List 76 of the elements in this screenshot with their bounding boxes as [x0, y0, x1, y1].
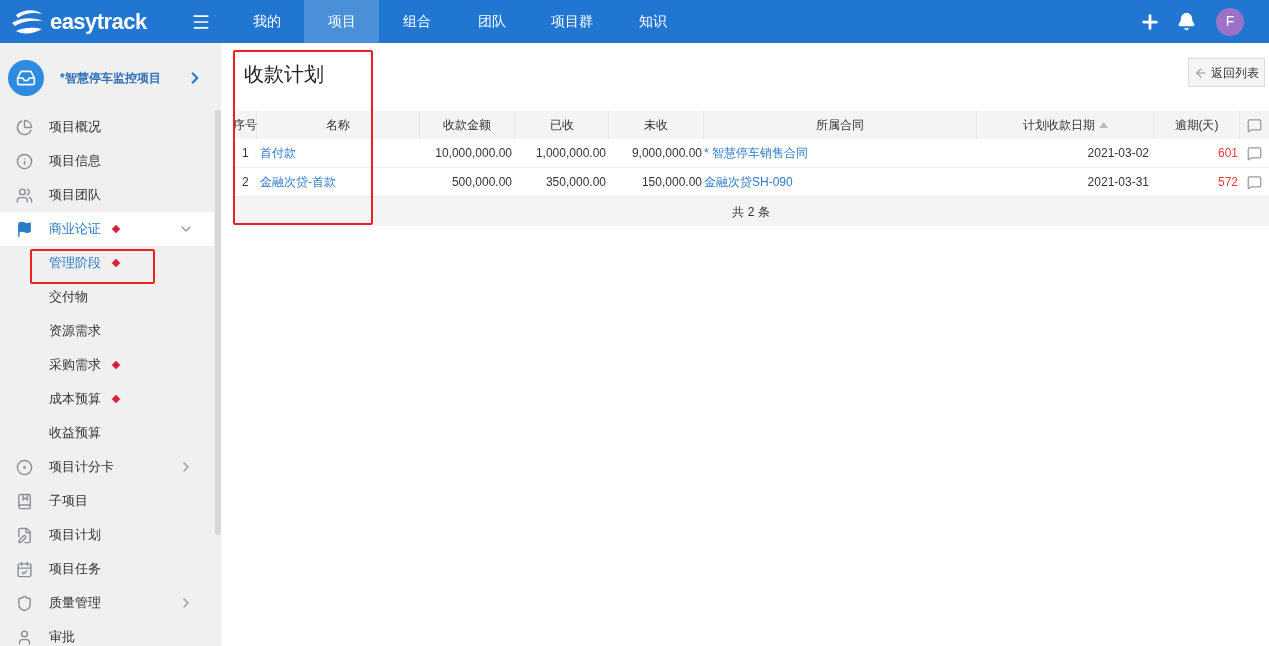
sidebar-label: 质量管理 [49, 594, 101, 613]
name-link[interactable]: 金融次贷-首款 [257, 173, 420, 191]
comment-icon[interactable] [1247, 145, 1262, 161]
table-cell-text: 9,000,000.00 [630, 145, 703, 162]
column-header: 逾期(天) [1154, 111, 1240, 139]
avatar[interactable]: F [1216, 7, 1244, 36]
sidebar-item[interactable]: 项目任务 [0, 552, 214, 586]
nav-tab[interactable]: 我的 [229, 0, 304, 43]
sidebar-subitem[interactable]: 收益预算 [0, 416, 214, 450]
table-cell-text: 601 [1216, 145, 1239, 162]
sidebar-item[interactable]: 质量管理 [0, 586, 214, 620]
sidebar-subitem[interactable]: 交付物 [0, 280, 214, 314]
logo-text: easytrack [50, 8, 147, 36]
sidebar-subitem[interactable]: 管理阶段 [0, 246, 214, 280]
sidebar-label: 子项目 [49, 492, 88, 511]
sidebar-item[interactable]: 项目计分卡 [0, 450, 214, 484]
people-icon [16, 186, 33, 204]
back-button[interactable]: 返回列表 [1188, 58, 1265, 87]
sidebar-item[interactable]: 子项目 [0, 484, 214, 518]
table-cell-text: 500,000.00 [450, 174, 513, 191]
sidebar-subitem[interactable]: 资源需求 [0, 314, 214, 348]
comment-icon[interactable] [1247, 174, 1262, 190]
table-cell-text: 150,000.00 [640, 174, 703, 191]
column-header: 已收 [515, 111, 609, 139]
target-icon [16, 458, 33, 476]
nav-tab[interactable]: 项目群 [529, 0, 615, 43]
column-header: 所属合同 [704, 111, 977, 139]
sidebar-label: 项目计分卡 [49, 458, 114, 477]
table-cell-text: 2021-03-31 [1086, 174, 1150, 191]
column-header: 计划收款日期 [977, 111, 1154, 139]
scrollbar-thumb[interactable] [215, 110, 221, 535]
contract-link[interactable]: 金融次贷SH-090 [704, 173, 977, 191]
comment-icon[interactable] [1247, 117, 1262, 133]
page-title: 收款计划 [244, 62, 324, 87]
sidebar-subitem[interactable]: 采购需求 [0, 348, 214, 382]
flag-icon [16, 220, 33, 238]
table-cell-text: 1 [241, 145, 250, 162]
contract-link[interactable]: * 智慧停车销售合同 [704, 144, 977, 162]
nav-tab[interactable]: 组合 [379, 0, 454, 43]
table-cell-text: 572 [1216, 174, 1239, 191]
sidebar-item[interactable]: 商业论证 [0, 212, 214, 246]
sidebar-item[interactable]: 项目计划 [0, 518, 214, 552]
sidebar-label: 项目任务 [49, 560, 101, 579]
sidebar-item[interactable]: 项目概况 [0, 110, 214, 144]
nav-tab[interactable]: 知识 [615, 0, 690, 43]
column-header: 名称 [257, 111, 420, 139]
person-icon [16, 628, 33, 646]
column-header: 未收 [609, 111, 704, 139]
sidebar-item[interactable]: 审批 [0, 620, 214, 646]
table-cell-text: 1,000,000.00 [534, 145, 607, 162]
sidebar-label: 项目信息 [49, 152, 101, 171]
project-name[interactable]: *智慧停车监控项目 [60, 68, 186, 87]
sidebar-label: 项目团队 [49, 186, 101, 205]
calendar-check-icon [16, 560, 33, 578]
table-cell-text: 350,000.00 [544, 174, 607, 191]
info-icon [16, 152, 33, 170]
sidebar-label: 项目计划 [49, 526, 101, 545]
nav-tab[interactable]: 团队 [454, 0, 529, 43]
sidebar-item[interactable]: 项目团队 [0, 178, 214, 212]
book-icon [16, 492, 33, 510]
pie-chart-icon [16, 118, 33, 136]
sidebar-label: 审批 [49, 628, 75, 646]
edit-document-icon [16, 526, 33, 544]
sidebar-subitem[interactable]: 成本预算 [0, 382, 214, 416]
sort-asc-icon [1098, 122, 1108, 128]
sidebar-label: 项目概况 [49, 118, 101, 137]
table-cell-text: 2 [241, 174, 250, 191]
notification-icon[interactable] [1177, 12, 1196, 31]
table-cell-text: 10,000,000.00 [434, 145, 513, 162]
sidebar-label: 商业论证 [49, 220, 101, 239]
name-link[interactable]: 首付款 [257, 144, 420, 162]
table-footer: 共 2 条 [233, 197, 1269, 226]
shield-icon [16, 594, 33, 612]
table-cell-text: 2021-03-02 [1086, 145, 1150, 162]
sidebar-item[interactable]: 项目信息 [0, 144, 214, 178]
column-header: 收款金额 [420, 111, 515, 139]
